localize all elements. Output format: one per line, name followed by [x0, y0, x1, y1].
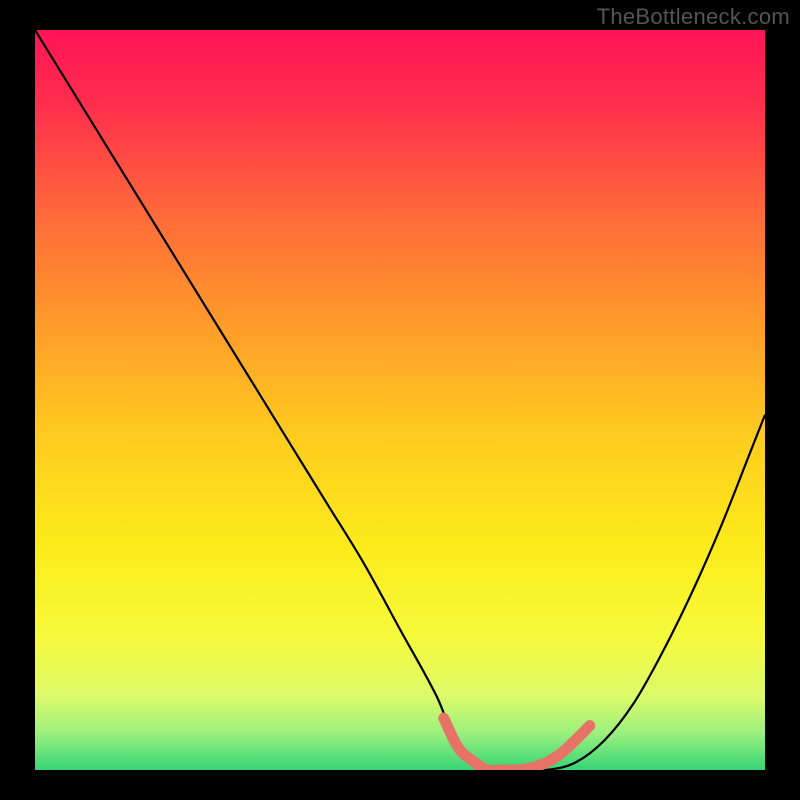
chart-svg: [35, 30, 765, 770]
watermark-text: TheBottleneck.com: [597, 4, 790, 30]
plot-area: [35, 30, 765, 770]
chart-container: TheBottleneck.com: [0, 0, 800, 800]
gradient-background: [35, 30, 765, 770]
